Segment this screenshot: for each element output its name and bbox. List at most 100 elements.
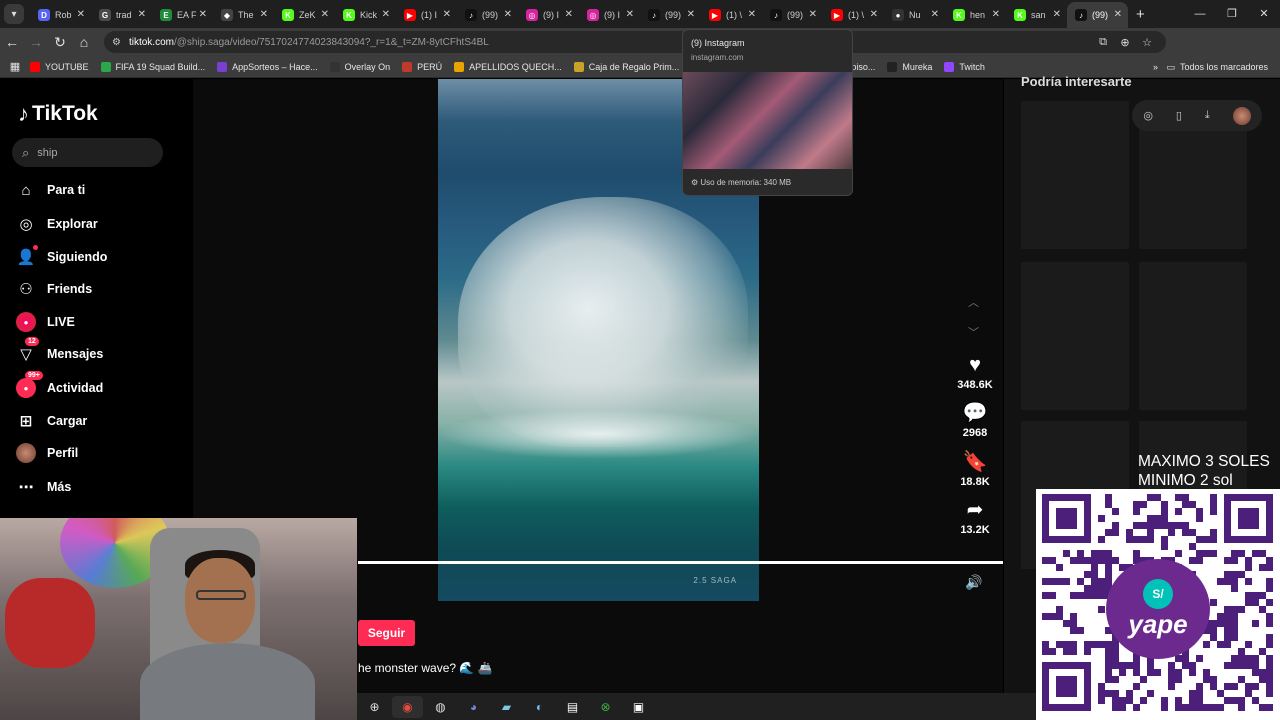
site-info-icon[interactable]: ⚙ [112,37,121,48]
close-tab-icon[interactable]: ✕ [1114,9,1122,20]
nav-item-siguiendo[interactable]: 👤 Siguiendo [16,244,186,270]
download-icon[interactable]: ⤓ [1205,109,1210,122]
nav-item-mensajes[interactable]: ▽ 12 Mensajes [16,337,186,367]
browser-tab[interactable]: ▶ (1) \ ✕ [701,2,762,28]
close-tab-icon[interactable]: ✕ [260,9,268,20]
bookmark-item[interactable]: FIFA 19 Squad Build... [100,61,205,72]
bookmark-star-icon[interactable]: ☆ [1136,36,1158,49]
compass-icon[interactable]: ◎ [1143,109,1153,122]
bookmark-item[interactable]: Twitch [944,61,985,72]
minimize-icon[interactable]: — [1184,0,1216,28]
browser-tab[interactable]: ◆ The ✕ [213,2,274,28]
discord-taskbar-icon[interactable]: ◕ [458,696,489,718]
like-button[interactable]: ♥ 348.6K [951,354,999,391]
device-icon[interactable]: ▯ [1176,109,1182,122]
tab-search-button[interactable]: ▾ [4,4,24,24]
close-tab-icon[interactable]: ✕ [870,9,878,20]
previous-video-icon[interactable]: ︿ [968,294,979,310]
follow-button[interactable]: Seguir [358,620,415,646]
recommended-thumb[interactable] [1139,262,1247,410]
new-tab-button[interactable]: + [1136,6,1145,23]
share-button[interactable]: ➦ 13.2K [951,499,999,536]
close-tab-icon[interactable]: ✕ [809,9,817,20]
zoom-icon[interactable]: ⊕ [1114,36,1136,49]
notes-icon[interactable]: ▰ [491,696,522,718]
bookmark-item[interactable]: AppSorteos – Hace... [217,61,318,72]
back-icon[interactable]: ← [0,34,24,50]
apps-icon[interactable]: ▦ [0,60,30,73]
nav-item-friends[interactable]: ⚇ Friends [16,276,186,302]
browser-tab[interactable]: ♪ (99) ✕ [762,2,823,28]
browser-tab[interactable]: ▶ (1) I ✕ [396,2,457,28]
browser-tab[interactable]: Ksan ✕ [1006,2,1067,28]
browser-tab[interactable]: Khen ✕ [945,2,1006,28]
forward-icon[interactable]: → [24,34,48,50]
home-icon[interactable]: ⌂ [72,34,96,50]
recommended-thumb[interactable] [1021,262,1129,410]
bookmark-item[interactable]: YOUTUBE [30,61,89,72]
epic-games-icon[interactable]: ▣ [623,696,654,718]
browser-tab[interactable]: ▶ (1) \ ✕ [823,2,884,28]
browser-tab[interactable]: K ZeK ✕ [274,2,335,28]
steam-icon[interactable]: ◐ [524,696,555,718]
comment-button[interactable]: 💬 2968 [951,402,999,439]
browser-tab[interactable]: ♪ (99) ✕ [1067,2,1128,28]
close-tab-icon[interactable]: ✕ [77,9,85,20]
bookmark-item[interactable]: APELLIDOS QUECH... [454,61,562,72]
browser-tab[interactable]: E EA F ✕ [152,2,213,28]
tiktok-logo[interactable]: ♪ TikTok [18,101,98,127]
bookmark-item[interactable]: Caja de Regalo Prim... [573,61,679,72]
bookmark-item[interactable]: Mureka [887,61,932,72]
browser-tab[interactable]: Gtrad ✕ [91,2,152,28]
nav-item-live[interactable]: ● LIVE [16,309,186,335]
search-input[interactable] [37,146,148,159]
close-tab-icon[interactable]: ✕ [626,9,634,20]
browser-tab[interactable]: K Kick ✕ [335,2,396,28]
browser-tab[interactable]: ♪ (99) ✕ [457,2,518,28]
chrome-icon[interactable]: ◉ [392,695,423,718]
bookmark-item[interactable]: Overlay On [329,61,390,72]
address-bar[interactable]: ⚙ tiktok.com/@ship.saga/video/7517024774… [104,31,1166,53]
close-tab-icon[interactable]: ✕ [321,9,329,20]
browser-tab[interactable]: ◎ (9) I ✕ [518,2,579,28]
close-tab-icon[interactable]: ✕ [687,9,695,20]
obs-icon[interactable]: ◍ [425,696,456,718]
close-tab-icon[interactable]: ✕ [931,9,939,20]
browser-tab[interactable]: D Rob ✕ [30,2,91,28]
next-video-icon[interactable]: ﹀ [968,324,979,340]
start-icon[interactable]: ⊕ [359,696,390,718]
close-tab-icon[interactable]: ✕ [748,9,756,20]
nav-item-cargar[interactable]: ⊞ Cargar [16,408,186,434]
search-box[interactable]: ⌕ [12,138,163,167]
bookmark-item[interactable]: PERÚ [402,61,442,72]
save-button[interactable]: 🔖 18.8K [951,451,999,488]
close-tab-icon[interactable]: ✕ [1053,9,1061,20]
more-bookmarks-icon[interactable]: » [1153,62,1158,72]
close-tab-icon[interactable]: ✕ [565,9,573,20]
close-tab-icon[interactable]: ✕ [199,9,207,20]
xbox-icon[interactable]: ⊗ [590,696,621,718]
reload-icon[interactable]: ↻ [48,34,72,51]
cast-icon[interactable]: ⧉ [1092,36,1114,49]
video-progress-bar[interactable] [358,561,1003,564]
close-tab-icon[interactable]: ✕ [382,9,390,20]
close-tab-icon[interactable]: ✕ [443,9,451,20]
all-bookmarks[interactable]: ▭ Todos los marcadores [1166,56,1268,78]
close-tab-icon[interactable]: ✕ [992,9,1000,20]
capcut-icon[interactable]: ▤ [557,696,588,718]
nav-item-explorar[interactable]: ◎ Explorar [16,211,186,237]
close-tab-icon[interactable]: ✕ [138,9,146,20]
close-tab-icon[interactable]: ✕ [504,9,512,20]
nav-item-m-s[interactable]: ⋯ Más [16,474,186,500]
user-avatar[interactable] [1232,106,1251,125]
nav-item-actividad[interactable]: ● 99+ Actividad [16,371,186,401]
close-window-icon[interactable]: ✕ [1248,0,1280,28]
restore-icon[interactable]: ❐ [1216,0,1248,28]
browser-tab[interactable]: ◎ (9) I ✕ [579,2,640,28]
browser-tab[interactable]: ♪ (99) ✕ [640,2,701,28]
nav-item-perfil[interactable]: ● Perfil [16,440,186,466]
recommended-thumb[interactable] [1021,101,1129,249]
volume-icon[interactable]: 🔊 [965,574,982,591]
nav-item-para-ti[interactable]: ⌂ Para ti [16,177,186,203]
browser-tab[interactable]: ● Nu ✕ [884,2,945,28]
